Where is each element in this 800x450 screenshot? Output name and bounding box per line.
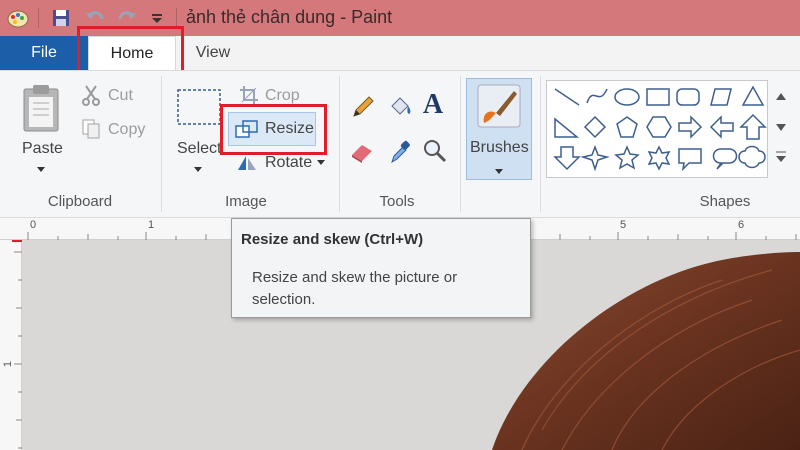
- ruler-label: 1: [148, 219, 155, 231]
- select-button[interactable]: Select: [177, 140, 221, 158]
- oval-shape-icon: [614, 88, 640, 106]
- hexagon-shape-icon: [646, 116, 672, 138]
- resize-icon: [235, 119, 259, 139]
- four-point-star-shape-icon: [580, 144, 610, 172]
- tooltip-title: Resize and skew (Ctrl+W): [241, 231, 424, 248]
- shapes-group-label: Shapes: [699, 193, 751, 210]
- redo-icon[interactable]: [116, 7, 138, 29]
- right-arrow-shape-icon: [678, 115, 703, 139]
- tab-home[interactable]: Home: [88, 36, 176, 70]
- title-bar: ảnh thẻ chân dung - Paint: [0, 0, 800, 36]
- five-point-star-shape-icon: [614, 145, 640, 170]
- magnifier-icon[interactable]: [422, 138, 448, 164]
- vertical-ruler: 1: [0, 240, 22, 450]
- group-separator: [339, 76, 340, 212]
- group-separator: [460, 76, 461, 212]
- down-arrow-shape-icon: [553, 146, 581, 171]
- clipboard-group-label: Clipboard: [47, 193, 113, 210]
- rounded-rectangle-shape-icon: [676, 88, 700, 106]
- tab-file[interactable]: File: [0, 36, 88, 70]
- tooltip-description: Resize and skew the picture or selection…: [252, 269, 458, 308]
- text-icon[interactable]: A: [420, 89, 446, 120]
- shapes-gallery: [546, 80, 768, 178]
- copy-button[interactable]: Copy: [108, 121, 145, 139]
- tab-view[interactable]: View: [180, 36, 246, 70]
- select-dropdown-icon[interactable]: [194, 167, 202, 172]
- line-shape-icon: [554, 88, 580, 106]
- ruler-label: 5: [620, 219, 627, 231]
- cut-button[interactable]: Cut: [108, 87, 133, 105]
- shapes-scrollbar[interactable]: [770, 80, 792, 178]
- rotate-dropdown-icon[interactable]: [317, 160, 325, 165]
- brushes-label: Brushes: [470, 139, 529, 156]
- diamond-shape-icon: [583, 115, 607, 139]
- pencil-icon[interactable]: [350, 94, 376, 120]
- color-picker-icon[interactable]: [388, 138, 412, 164]
- brush-icon: [476, 83, 522, 129]
- resize-label: Resize: [265, 120, 314, 137]
- scroll-down-icon: [776, 124, 786, 131]
- paint-app-icon[interactable]: [6, 6, 30, 30]
- save-icon[interactable]: [50, 7, 72, 29]
- ruler-label: 0: [30, 219, 37, 231]
- eraser-icon[interactable]: [350, 140, 376, 164]
- select-icon[interactable]: [176, 88, 222, 128]
- window-title: ảnh thẻ chân dung - Paint: [186, 7, 393, 27]
- right-triangle-shape-icon: [554, 117, 580, 138]
- up-arrow-shape-icon: [739, 113, 767, 140]
- ruler-label: 1: [2, 360, 15, 368]
- group-separator: [540, 76, 541, 212]
- undo-icon[interactable]: [84, 7, 106, 29]
- customize-qat-icon[interactable]: [146, 7, 168, 29]
- polygon-shape-icon: [710, 88, 732, 106]
- rectangle-shape-icon: [646, 88, 670, 106]
- title-separator: [176, 8, 177, 28]
- image-group-label: Image: [225, 193, 267, 210]
- toolbar-separator: [38, 8, 39, 28]
- shapes-grid: [553, 85, 767, 172]
- rotate-icon[interactable]: [236, 152, 258, 172]
- group-separator: [161, 76, 162, 212]
- rounded-callout-shape-icon: [678, 148, 702, 172]
- resize-button[interactable]: Resize: [228, 112, 316, 146]
- expand-gallery-icon: [776, 156, 786, 162]
- resize-tooltip: Resize and skew (Ctrl+W) Resize and skew…: [231, 218, 531, 318]
- brushes-dropdown-icon: [495, 169, 503, 174]
- paste-icon[interactable]: [20, 82, 62, 134]
- paste-button[interactable]: Paste: [22, 140, 63, 158]
- tools-group-label: Tools: [379, 193, 415, 210]
- fill-icon[interactable]: [386, 92, 414, 120]
- ribbon-tabs: File Home View: [0, 36, 800, 70]
- copy-icon[interactable]: [80, 118, 102, 140]
- brushes-button[interactable]: Brushes: [466, 78, 532, 180]
- ruler-label: 6: [738, 219, 745, 231]
- paste-dropdown-icon[interactable]: [37, 167, 45, 172]
- curve-shape-icon: [586, 88, 608, 104]
- crop-icon[interactable]: [238, 84, 260, 106]
- crop-button[interactable]: Crop: [265, 87, 300, 105]
- left-arrow-shape-icon: [709, 115, 734, 139]
- oval-callout-shape-icon: [712, 148, 738, 170]
- scroll-up-icon: [776, 93, 786, 100]
- pentagon-shape-icon: [616, 116, 638, 138]
- cloud-callout-shape-icon: [738, 145, 766, 169]
- six-point-star-shape-icon: [647, 145, 671, 171]
- cut-icon[interactable]: [80, 84, 102, 106]
- triangle-shape-icon: [741, 85, 765, 106]
- rotate-button[interactable]: Rotate: [265, 154, 312, 172]
